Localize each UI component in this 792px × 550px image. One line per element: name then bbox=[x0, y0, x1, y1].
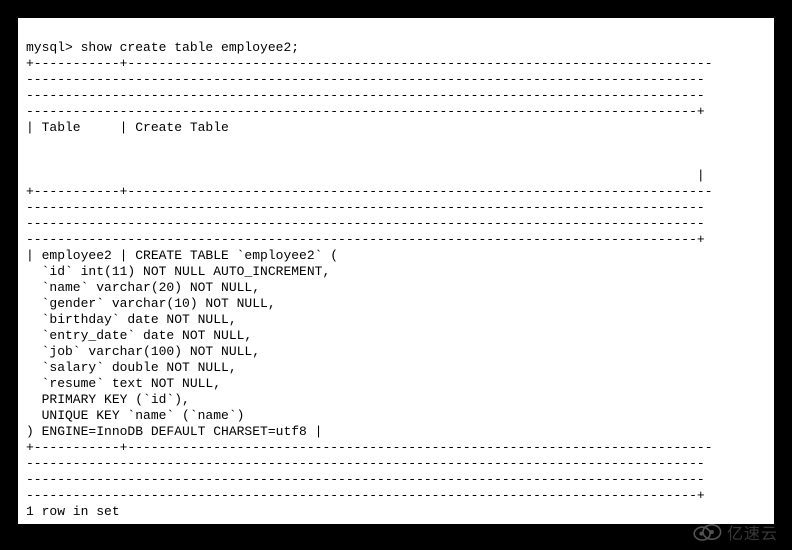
column-def-entry-date: `entry_date` date NOT NULL, bbox=[26, 328, 252, 343]
column-def-gender: `gender` varchar(10) NOT NULL, bbox=[26, 296, 276, 311]
separator-line: ----------------------------------------… bbox=[26, 72, 705, 87]
watermark-text: 亿速云 bbox=[727, 520, 778, 544]
blank-line bbox=[26, 136, 34, 151]
unique-key-def: UNIQUE KEY `name` (`name`) bbox=[26, 408, 244, 423]
column-def-job: `job` varchar(100) NOT NULL, bbox=[26, 344, 260, 359]
separator-line: ----------------------------------------… bbox=[26, 216, 705, 231]
mysql-prompt: mysql> bbox=[26, 40, 81, 55]
separator-line: +-----------+---------------------------… bbox=[26, 440, 713, 455]
engine-def: ) ENGINE=InnoDB DEFAULT CHARSET=utf8 | bbox=[26, 424, 322, 439]
separator-line: +-----------+---------------------------… bbox=[26, 184, 713, 199]
sql-command: show create table employee2; bbox=[81, 40, 299, 55]
table-header-row: | Table | Create Table bbox=[26, 120, 713, 135]
separator-line: ----------------------------------------… bbox=[26, 472, 705, 487]
row-count-footer: 1 row in set bbox=[26, 504, 120, 519]
primary-key-def: PRIMARY KEY (`id`), bbox=[26, 392, 190, 407]
column-def-id: `id` int(11) NOT NULL AUTO_INCREMENT, bbox=[26, 264, 330, 279]
separator-line: ----------------------------------------… bbox=[26, 104, 705, 119]
blank-line bbox=[26, 152, 34, 167]
column-def-salary: `salary` double NOT NULL, bbox=[26, 360, 237, 375]
separator-line: +-----------+---------------------------… bbox=[26, 56, 713, 71]
terminal-window[interactable]: mysql> show create table employee2; +---… bbox=[16, 16, 776, 526]
column-def-birthday: `birthday` date NOT NULL, bbox=[26, 312, 237, 327]
command-line: mysql> show create table employee2; bbox=[26, 40, 299, 55]
separator-line: ----------------------------------------… bbox=[26, 232, 705, 247]
separator-line: ----------------------------------------… bbox=[26, 88, 705, 103]
separator-line: ----------------------------------------… bbox=[26, 200, 705, 215]
watermark: 亿速云 bbox=[691, 520, 778, 544]
cloud-icon bbox=[691, 522, 723, 542]
separator-line: ----------------------------------------… bbox=[26, 456, 705, 471]
separator-line: ----------------------------------------… bbox=[26, 488, 705, 503]
header-end-pipe: | bbox=[26, 168, 705, 183]
column-def-name: `name` varchar(20) NOT NULL, bbox=[26, 280, 260, 295]
column-def-resume: `resume` text NOT NULL, bbox=[26, 376, 221, 391]
create-table-open: | employee2 | CREATE TABLE `employee2` ( bbox=[26, 248, 338, 263]
